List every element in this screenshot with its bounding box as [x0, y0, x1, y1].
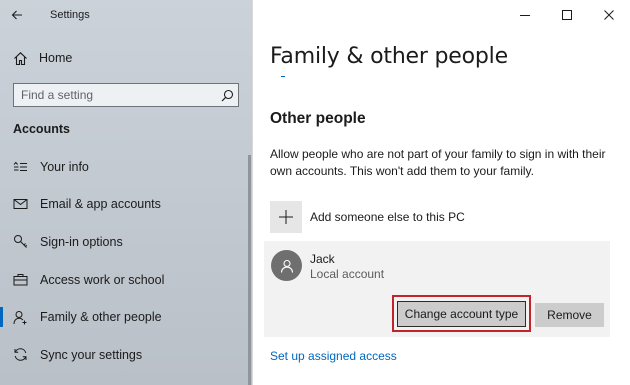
search-input[interactable] [14, 88, 216, 102]
minimize-icon [520, 15, 530, 16]
close-button[interactable] [588, 0, 630, 30]
set-up-assigned-access-link[interactable]: Set up assigned access [270, 349, 397, 363]
sidebar-item-email-app-accounts[interactable]: Email & app accounts [0, 186, 248, 224]
sidebar-scrollbar[interactable] [248, 155, 251, 385]
change-account-type-button[interactable]: Change account type [397, 301, 526, 327]
sidebar-item-sync-your-settings[interactable]: Sync your settings [0, 336, 248, 374]
account-name: Jack [310, 252, 335, 266]
maximize-button[interactable] [546, 0, 588, 30]
back-arrow-icon [11, 10, 22, 20]
page-title: Family & other people [270, 44, 508, 69]
title-underline-mark [281, 76, 285, 77]
selection-indicator [0, 307, 3, 328]
mail-icon [12, 196, 28, 212]
account-card-jack[interactable]: Jack Local account Change account type R… [264, 241, 610, 337]
sidebar-item-sign-in-options[interactable]: Sign-in options [0, 223, 248, 261]
search-box[interactable] [13, 83, 239, 107]
sidebar: Settings Home Accounts Your [0, 0, 252, 385]
add-someone-button[interactable]: Add someone else to this PC [270, 201, 465, 233]
back-button[interactable] [0, 0, 34, 30]
other-people-heading: Other people [270, 110, 366, 127]
sidebar-item-your-info[interactable]: Your info [0, 148, 248, 186]
minimize-button[interactable] [504, 0, 546, 30]
accounts-section-heading: Accounts [13, 122, 70, 136]
sidebar-item-label: Email & app accounts [40, 197, 161, 212]
home-label: Home [39, 51, 73, 65]
sidebar-item-label: Sync your settings [40, 347, 143, 362]
sidebar-item-label: Access work or school [40, 272, 165, 287]
remove-button[interactable]: Remove [535, 303, 604, 327]
accounts-nav-list: Your info Email & app accounts Sign-in o… [0, 148, 248, 374]
avatar [271, 250, 302, 281]
person-card-icon [12, 159, 28, 175]
account-type: Local account [310, 267, 385, 281]
app-title: Settings [50, 9, 90, 21]
search-icon[interactable] [216, 84, 238, 106]
main-content: Family & other people Other people Allow… [252, 0, 630, 385]
person-icon [280, 259, 293, 273]
close-icon [604, 10, 614, 20]
home-icon [12, 50, 28, 66]
maximize-icon [562, 10, 572, 20]
briefcase-icon [12, 272, 28, 288]
sidebar-item-access-work-or-school[interactable]: Access work or school [0, 261, 248, 299]
key-icon [12, 234, 28, 250]
home-nav-item[interactable]: Home [0, 40, 248, 76]
sidebar-item-label: Your info [40, 159, 89, 174]
add-someone-label: Add someone else to this PC [310, 210, 465, 224]
sync-icon [12, 347, 28, 363]
sidebar-item-family-other-people[interactable]: Family & other people [0, 298, 248, 336]
sidebar-item-label: Sign-in options [40, 234, 123, 249]
sidebar-item-label: Family & other people [40, 310, 162, 325]
plus-icon [270, 201, 302, 233]
other-people-description: Allow people who are not part of your fa… [270, 147, 606, 178]
title-bar: Settings [0, 0, 252, 30]
window-controls [504, 0, 630, 30]
person-add-icon [12, 309, 28, 325]
